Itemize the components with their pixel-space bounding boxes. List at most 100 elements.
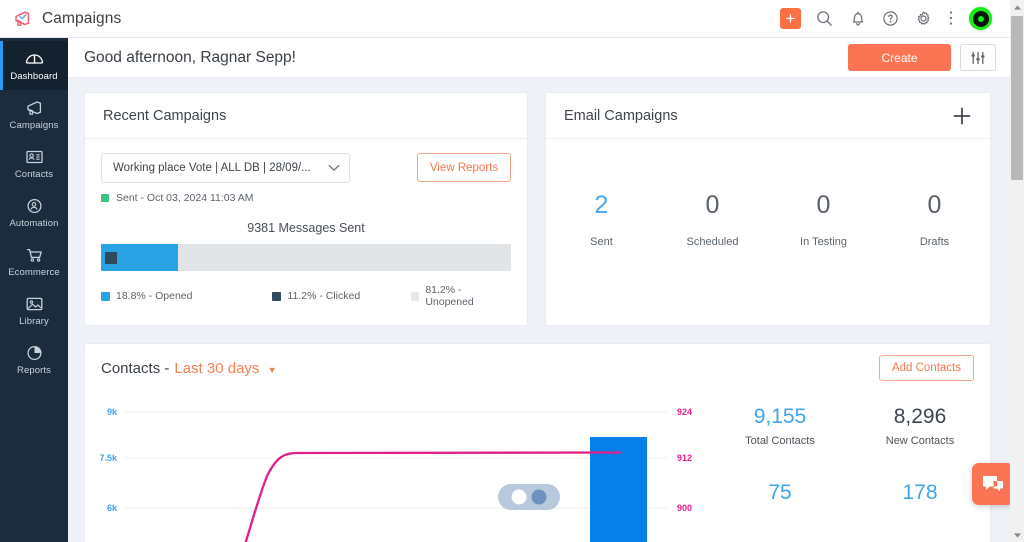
gear-icon — [915, 10, 932, 27]
legend-label: 18.8% - Opened — [116, 290, 193, 302]
contacts-chart: 9k 7.5k 6k 924 912 900 — [85, 392, 710, 542]
filter-button[interactable] — [960, 44, 996, 71]
status-badge — [101, 194, 109, 202]
chart-pager[interactable] — [498, 484, 560, 510]
svg-text:6k: 6k — [107, 503, 118, 513]
sidebar-item-library[interactable]: Library — [0, 286, 68, 335]
sidebar-item-ecommerce[interactable]: Ecommerce — [0, 237, 68, 286]
recent-campaigns-header: Recent Campaigns — [85, 93, 527, 139]
greeting-bar: Good afternoon, Ragnar Sepp! Create — [68, 38, 1010, 78]
help-button[interactable] — [881, 9, 900, 28]
stat-secondary-one: 75 — [710, 481, 850, 505]
card-title: Recent Campaigns — [103, 107, 227, 124]
caret-down-icon: ▼ — [267, 364, 277, 375]
sidebar-item-contacts[interactable]: Contacts — [0, 139, 68, 188]
email-campaigns-card: Email Campaigns 2 Sent 0 Scheduled 0 In … — [545, 92, 991, 326]
sidebar-item-label: Contacts — [14, 169, 54, 180]
svg-text:7.5k: 7.5k — [99, 453, 118, 463]
user-avatar[interactable] — [969, 7, 992, 30]
stat-label: Scheduled — [686, 236, 739, 248]
contacts-stats-primary: 9,155 Total Contacts 8,296 New Contacts — [710, 405, 990, 447]
legend-label: 11.2% - Clicked — [287, 290, 361, 302]
sidebar: Dashboard Campaigns Contacts Automation … — [0, 38, 68, 542]
svg-text:900: 900 — [677, 503, 692, 513]
stat-in-testing: 0 In Testing — [768, 191, 879, 248]
engagement-legend: 18.8% - Opened 11.2% - Clicked 81.2% - U… — [101, 284, 511, 308]
chat-widget-button[interactable] — [972, 463, 1014, 505]
bar-segment-clicked — [105, 252, 117, 264]
page-title: Good afternoon, Ragnar Sepp! — [84, 48, 296, 66]
stat-value: 0 — [705, 191, 720, 219]
image-icon — [24, 294, 45, 313]
avatar-icon — [972, 10, 989, 27]
stat-label: Total Contacts — [745, 435, 815, 447]
add-email-campaign-button[interactable] — [952, 106, 972, 126]
contacts-stats-secondary: 75 178 — [710, 481, 990, 505]
legend-swatch-clicked — [272, 291, 282, 301]
stat-label: Drafts — [919, 236, 950, 248]
sidebar-item-reports[interactable]: Reports — [0, 335, 68, 384]
create-new-button[interactable]: + — [780, 8, 801, 29]
more-options-button[interactable]: ⋮ — [943, 9, 959, 28]
legend-item: 18.8% - Opened — [101, 284, 272, 308]
campaign-select[interactable]: Working place Vote | ALL DB | 28/09/... — [101, 153, 350, 183]
scrollbar-thumb[interactable] — [1011, 16, 1023, 180]
view-reports-button[interactable]: View Reports — [417, 153, 511, 182]
stat-label: New Contacts — [885, 435, 955, 447]
sidebar-item-automation[interactable]: Automation — [0, 188, 68, 237]
top-cards-row: Recent Campaigns Working place Vote | AL… — [84, 92, 995, 326]
chat-bubble-icon — [981, 473, 1005, 495]
stat-total-contacts: 9,155 Total Contacts — [710, 405, 850, 447]
stat-value: 178 — [902, 481, 938, 504]
sidebar-item-label: Reports — [17, 365, 51, 376]
sidebar-item-label: Campaigns — [9, 120, 59, 131]
sidebar-item-dashboard[interactable]: Dashboard — [0, 41, 68, 90]
page-scrollbar[interactable] — [1010, 0, 1024, 542]
email-campaigns-stats: 2 Sent 0 Scheduled 0 In Testing 0 Drafts — [546, 139, 990, 248]
search-button[interactable] — [815, 9, 834, 28]
svg-text:9k: 9k — [107, 407, 118, 417]
stat-sent: 2 Sent — [546, 191, 657, 248]
contacts-body: 9k 7.5k 6k 924 912 900 9,155 Total Conta… — [85, 392, 990, 542]
stat-value: 75 — [768, 481, 792, 504]
stat-label: In Testing — [800, 236, 847, 248]
sidebar-item-label: Library — [19, 316, 49, 327]
cart-icon — [24, 245, 45, 264]
sliders-icon — [970, 51, 986, 65]
settings-button[interactable] — [914, 9, 933, 28]
legend-label: 81.2% - Unopened — [425, 284, 474, 308]
recent-campaigns-body: Working place Vote | ALL DB | 28/09/... — [85, 139, 527, 308]
greeting-actions: Create — [848, 44, 996, 71]
create-button[interactable]: Create — [848, 44, 951, 71]
stat-value: 8,296 — [893, 405, 947, 428]
notifications-button[interactable] — [848, 9, 867, 28]
pie-chart-icon — [24, 343, 45, 362]
top-bar-actions: + ⋮ — [780, 7, 1010, 30]
date-range-label: Last 30 days — [174, 359, 260, 377]
sidebar-item-label: Ecommerce — [8, 267, 60, 278]
megaphone-icon — [24, 98, 45, 117]
brand-title: Campaigns — [42, 9, 122, 27]
contacts-chart-svg: 9k 7.5k 6k 924 912 900 — [99, 407, 692, 542]
automation-icon — [24, 196, 45, 215]
sidebar-item-label: Dashboard — [10, 71, 58, 82]
scroll-down-button[interactable] — [1010, 528, 1024, 542]
add-contacts-button[interactable]: Add Contacts — [878, 355, 974, 381]
contacts-stats: 9,155 Total Contacts 8,296 New Contacts … — [710, 392, 990, 542]
sidebar-item-label: Automation — [9, 218, 59, 229]
brand[interactable]: Campaigns — [0, 10, 121, 28]
date-range-selector[interactable]: Last 30 days ▼ — [174, 360, 276, 377]
legend-item: 11.2% - Clicked — [272, 284, 410, 308]
stat-value: 0 — [816, 191, 831, 219]
svg-text:912: 912 — [677, 453, 692, 463]
legend-swatch-opened — [101, 291, 110, 301]
stat-value: 0 — [927, 191, 942, 219]
contacts-card: Contacts - Last 30 days ▼ Add Contacts 9… — [84, 343, 991, 542]
chevron-down-icon — [328, 164, 340, 172]
search-icon — [816, 10, 833, 27]
recent-campaigns-card: Recent Campaigns Working place Vote | AL… — [84, 92, 528, 326]
top-bar: Campaigns + ⋮ — [0, 0, 1010, 38]
campaign-select-value: Working place Vote | ALL DB | 28/09/... — [113, 162, 311, 174]
sidebar-item-campaigns[interactable]: Campaigns — [0, 90, 68, 139]
scroll-up-button[interactable] — [1010, 0, 1024, 14]
